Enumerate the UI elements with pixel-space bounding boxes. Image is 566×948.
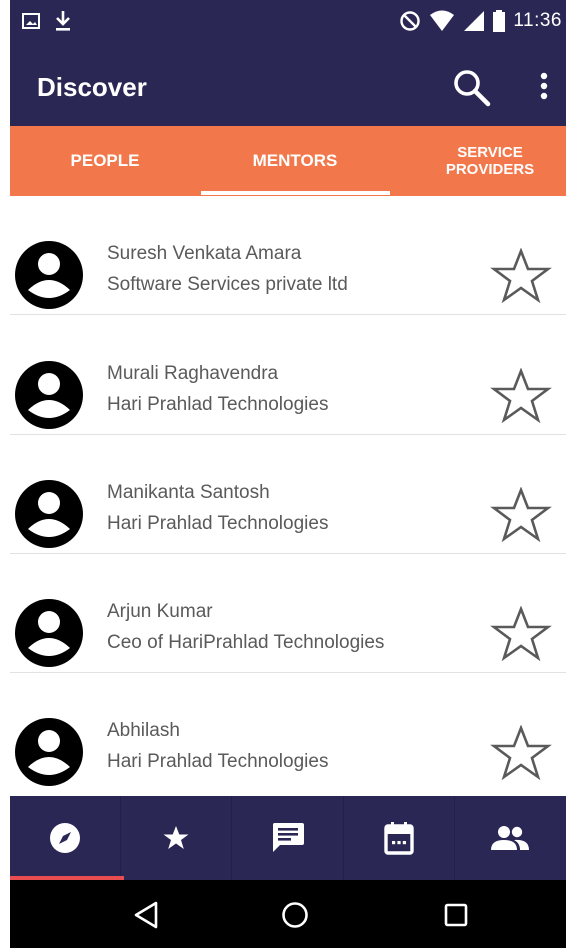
search-button[interactable]: [450, 66, 494, 110]
avatar-icon: [15, 480, 83, 548]
signal-icon: [464, 11, 485, 31]
star-outline-icon[interactable]: [490, 487, 552, 543]
system-navigation-bar: [10, 880, 566, 948]
bottom-navigation: [10, 796, 566, 880]
image-notification-icon: [22, 13, 40, 29]
page-title: Discover: [37, 72, 147, 102]
home-icon: [282, 902, 308, 928]
overflow-menu-button[interactable]: [532, 68, 556, 108]
mentor-name: Murali Raghavendra: [107, 363, 279, 384]
list-item[interactable]: Murali Raghavendra Hari Prahlad Technolo…: [10, 316, 566, 436]
star-icon: [163, 826, 189, 849]
mentor-name: Abhilash: [107, 720, 180, 741]
more-vert-icon: [540, 72, 548, 100]
star-outline-icon[interactable]: [490, 725, 552, 781]
nav-people[interactable]: [455, 796, 566, 880]
list-item[interactable]: Suresh Venkata Amara Software Services p…: [10, 196, 566, 316]
tab-service-providers[interactable]: SERVICE PROVIDERS: [415, 126, 565, 196]
nav-discover[interactable]: [10, 796, 125, 880]
list-item[interactable]: Arjun Kumar Ceo of HariPrahlad Technolog…: [10, 554, 566, 674]
wifi-icon: [430, 10, 455, 31]
tab-label-line2: PROVIDERS: [445, 161, 535, 178]
system-home-button[interactable]: [275, 898, 315, 932]
star-outline-icon[interactable]: [490, 248, 552, 304]
compass-icon: [50, 823, 81, 853]
message-icon: [272, 823, 304, 852]
mentor-name: Manikanta Santosh: [107, 482, 270, 503]
active-tab-indicator: [201, 191, 390, 195]
people-icon: [491, 826, 530, 850]
mentor-company: Hari Prahlad Technologies: [107, 751, 329, 772]
battery-icon: [493, 10, 506, 32]
avatar-icon: [15, 361, 83, 429]
download-icon: [56, 11, 70, 31]
status-time: 11:36: [513, 10, 562, 31]
avatar-icon: [15, 241, 83, 309]
status-bar: 11:36: [10, 0, 566, 48]
mentor-company: Hari Prahlad Technologies: [107, 513, 329, 534]
app-bar: Discover: [10, 48, 566, 126]
tab-bar: PEOPLE MENTORS SERVICE PROVIDERS: [10, 126, 566, 196]
star-outline-icon[interactable]: [490, 606, 552, 662]
tab-people[interactable]: PEOPLE: [10, 126, 200, 196]
nav-favorites[interactable]: [121, 796, 233, 880]
avatar-icon: [15, 718, 83, 786]
back-icon: [134, 901, 158, 929]
nav-messages[interactable]: [232, 796, 344, 880]
tab-mentors[interactable]: MENTORS: [200, 126, 390, 196]
list-item[interactable]: Abhilash Hari Prahlad Technologies: [10, 673, 566, 793]
do-not-disturb-icon: [400, 11, 421, 31]
system-recents-button[interactable]: [436, 898, 476, 932]
tab-label-line1: SERVICE: [457, 144, 523, 161]
divider: [10, 314, 566, 315]
mentor-company: Hari Prahlad Technologies: [107, 394, 329, 415]
system-back-button[interactable]: [126, 898, 166, 932]
list-item[interactable]: Manikanta Santosh Hari Prahlad Technolog…: [10, 435, 566, 555]
recents-icon: [444, 903, 468, 927]
search-icon: [454, 70, 491, 107]
mentor-name: Suresh Venkata Amara: [107, 243, 302, 264]
mentor-company: Software Services private ltd: [107, 274, 348, 295]
nav-calendar[interactable]: [344, 796, 455, 880]
calendar-icon: [384, 822, 414, 855]
mentor-company: Ceo of HariPrahlad Technologies: [107, 632, 385, 653]
mentor-name: Arjun Kumar: [107, 601, 213, 622]
star-outline-icon[interactable]: [490, 368, 552, 424]
mentor-list: Suresh Venkata Amara Software Services p…: [10, 196, 566, 796]
avatar-icon: [15, 599, 83, 667]
